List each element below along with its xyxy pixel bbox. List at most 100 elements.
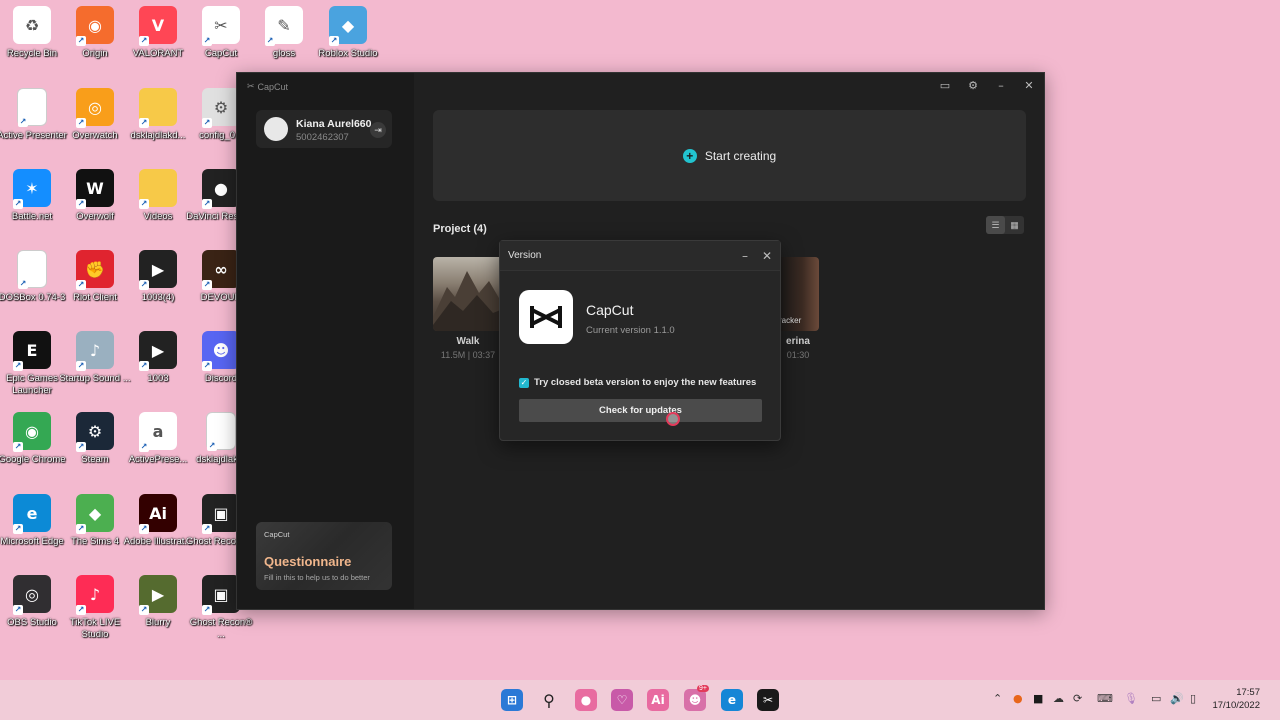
battery-icon[interactable]: ▯ — [1190, 692, 1196, 705]
project-card[interactable]: Walk 11.5M | 03:37 — [433, 257, 503, 360]
close-icon[interactable]: ✕ — [762, 249, 772, 263]
start-creating-button[interactable]: + Start creating — [433, 110, 1026, 201]
project-thumbnail[interactable] — [433, 257, 503, 331]
check-for-updates-button[interactable]: Check for updates — [519, 399, 762, 422]
desktop-icon[interactable]: ◆ ↗ Roblox Studio — [316, 6, 380, 60]
desktop-icon[interactable]: ◎ ↗ OBS Studio — [0, 575, 64, 629]
update-icon[interactable]: ● — [1013, 692, 1023, 705]
desktop-icon-label: Startup Sound ... — [59, 373, 131, 384]
overwolf-icon: W ↗ — [76, 169, 114, 209]
capcut-logo-icon: ✂ — [247, 81, 255, 91]
osu-icon[interactable]: ● — [575, 689, 597, 711]
desktop-icon-label: Battle.net — [11, 211, 53, 222]
chrome-icon: ◉ ↗ — [13, 412, 51, 452]
shortcut-arrow-icon: ↗ — [139, 605, 149, 615]
logout-icon[interactable]: ⇥ — [370, 122, 386, 138]
desktop-icon[interactable]: a ↗ ActivePrese... — [126, 412, 190, 466]
desktop-icon-label: ActivePrese... — [128, 454, 188, 465]
questionnaire-title: Questionnaire — [264, 554, 352, 569]
beta-label[interactable]: Try closed beta version to enjoy the new… — [534, 377, 756, 388]
minimize-icon[interactable]: – — [742, 249, 748, 263]
user-card[interactable]: Kiana Aurel660 5002462307 ⇥ — [256, 110, 392, 148]
shortcut-arrow-icon: ↗ — [139, 361, 149, 371]
project-thumbnail[interactable]: racker — [777, 257, 819, 331]
desktop-icon[interactable]: ↗ Active Presenter — [0, 88, 67, 142]
windows-start-icon[interactable]: ⊞ — [501, 689, 523, 711]
capcut-taskbar-icon[interactable]: ✂ — [757, 689, 779, 711]
app-label: CapCut — [257, 81, 289, 92]
desktop-icon-label: Origin — [82, 48, 108, 59]
questionnaire-banner[interactable]: CapCut Questionnaire Fill in this to hel… — [256, 522, 392, 590]
desktop-icon[interactable]: ↗ Videos — [126, 169, 190, 223]
beta-option[interactable]: ✓ Try closed beta version to enjoy the n… — [519, 377, 756, 388]
desktop-icon[interactable]: E ↗ Epic Games Launcher — [0, 331, 64, 397]
desktop-icon[interactable]: ◉ ↗ Origin — [63, 6, 127, 60]
project-card[interactable]: racker erina 01:30 — [777, 257, 847, 360]
ghost-recon-icon: ▣ ↗ — [202, 575, 240, 615]
desktop-icon[interactable]: ↗ dsklajdlakd... — [126, 88, 190, 142]
mountain-thumbnail-art — [433, 271, 503, 331]
display-icon[interactable]: ▭ — [1151, 692, 1161, 705]
desktop-icon[interactable]: ✊ ↗ Riot Client — [63, 250, 127, 304]
app-name: CapCut — [586, 302, 634, 318]
desktop-icon[interactable]: ✶ ↗ Battle.net — [0, 169, 64, 223]
desktop-icon[interactable]: ▶ ↗ 1003 — [126, 331, 190, 385]
sync-icon[interactable]: ⟳ — [1073, 692, 1082, 705]
feedback-icon[interactable]: ▭ — [938, 79, 952, 92]
shortcut-arrow-icon: ↗ — [76, 605, 86, 615]
desktop-icon-label: Roblox Studio — [318, 48, 378, 59]
desktop-icon[interactable]: ✎ ↗ gloss — [252, 6, 316, 60]
avatar[interactable] — [264, 117, 288, 141]
settings-gear-icon[interactable]: ⚙ — [966, 79, 980, 92]
edge-taskbar-icon[interactable]: e — [721, 689, 743, 711]
desktop-icon[interactable]: ▶ ↗ 1003(4) — [126, 250, 190, 304]
chevron-up-icon[interactable]: ⌃ — [993, 692, 1002, 705]
close-icon[interactable]: ✕ — [1022, 79, 1036, 92]
origin-icon: ◉ ↗ — [76, 6, 114, 46]
desktop-icon[interactable]: ◆ ↗ The Sims 4 — [63, 494, 127, 548]
project-heading: Project (4) — [433, 223, 487, 235]
volume-icon[interactable]: 🔊 — [1170, 692, 1184, 705]
clock[interactable]: 17:57 17/10/2022 — [1212, 686, 1260, 712]
desktop-icon[interactable]: ▶ ↗ Blurry — [126, 575, 190, 629]
grid-view-icon[interactable]: ▦ — [1005, 216, 1024, 234]
recycle-bin-icon: ♻ — [13, 6, 51, 44]
discord-icon: ☻ ↗ — [202, 331, 240, 371]
list-view-icon[interactable]: ☰ — [986, 216, 1005, 234]
desktop-icon[interactable]: e ↗ Microsoft Edge — [0, 494, 64, 548]
desktop-icon[interactable]: ♪ ↗ Startup Sound ... — [59, 331, 131, 385]
project-name: Walk — [456, 336, 480, 347]
epic-games-icon: E ↗ — [13, 331, 51, 371]
nvidia-icon[interactable]: ■ — [1033, 692, 1043, 705]
image-file-icon: ✎ ↗ — [265, 6, 303, 46]
desktop-icon[interactable]: W ↗ Overwolf — [63, 169, 127, 223]
keyboard-icon[interactable]: ⌨ — [1097, 692, 1113, 705]
desktop-icon[interactable]: ◉ ↗ Google Chrome — [0, 412, 66, 466]
minimize-icon[interactable]: – — [994, 79, 1008, 92]
search-icon[interactable]: ⚲ — [538, 689, 560, 711]
onedrive-icon[interactable]: ☁ — [1053, 692, 1064, 705]
desktop-icon[interactable]: ♻ Recycle Bin — [0, 6, 64, 60]
desktop-icon[interactable]: V ↗ VALORANT — [126, 6, 190, 60]
shortcut-arrow-icon: ↗ — [18, 117, 28, 127]
beta-checkbox[interactable]: ✓ — [519, 377, 529, 388]
shortcut-arrow-icon: ↗ — [139, 118, 149, 128]
discord-taskbar-icon[interactable]: ☻ — [684, 689, 706, 711]
desktop-icon[interactable]: ♪ ↗ TikTok LIVE Studio — [63, 575, 127, 641]
shortcut-arrow-icon: ↗ — [13, 524, 23, 534]
desktop-icon-label: TikTok LIVE Studio — [69, 617, 121, 640]
desktop-icon[interactable]: ⚙ ↗ Steam — [63, 412, 127, 466]
desktop-icon[interactable]: ◎ ↗ Overwatch — [63, 88, 127, 142]
folder-icon: ↗ — [139, 169, 177, 209]
desktop-icon[interactable]: Ai ↗ Adobe Illustrat... — [124, 494, 192, 548]
desktop-icon[interactable]: ↗ DOSBox 0.74-3 — [0, 250, 65, 304]
view-toggle[interactable]: ☰ ▦ — [986, 216, 1024, 234]
desktop-icon-label: Active Presenter — [0, 130, 67, 141]
sims-icon: ◆ ↗ — [76, 494, 114, 534]
devour-icon: ∞ ↗ — [202, 250, 240, 290]
app-icon[interactable]: ♡ — [611, 689, 633, 711]
desktop-icon[interactable]: ✂ ↗ CapCut — [189, 6, 253, 60]
shortcut-arrow-icon: ↗ — [202, 199, 212, 209]
adobe-illustrator-icon[interactable]: Ai — [647, 689, 669, 711]
microphone-icon[interactable]: 🎙 — [1124, 692, 1138, 705]
